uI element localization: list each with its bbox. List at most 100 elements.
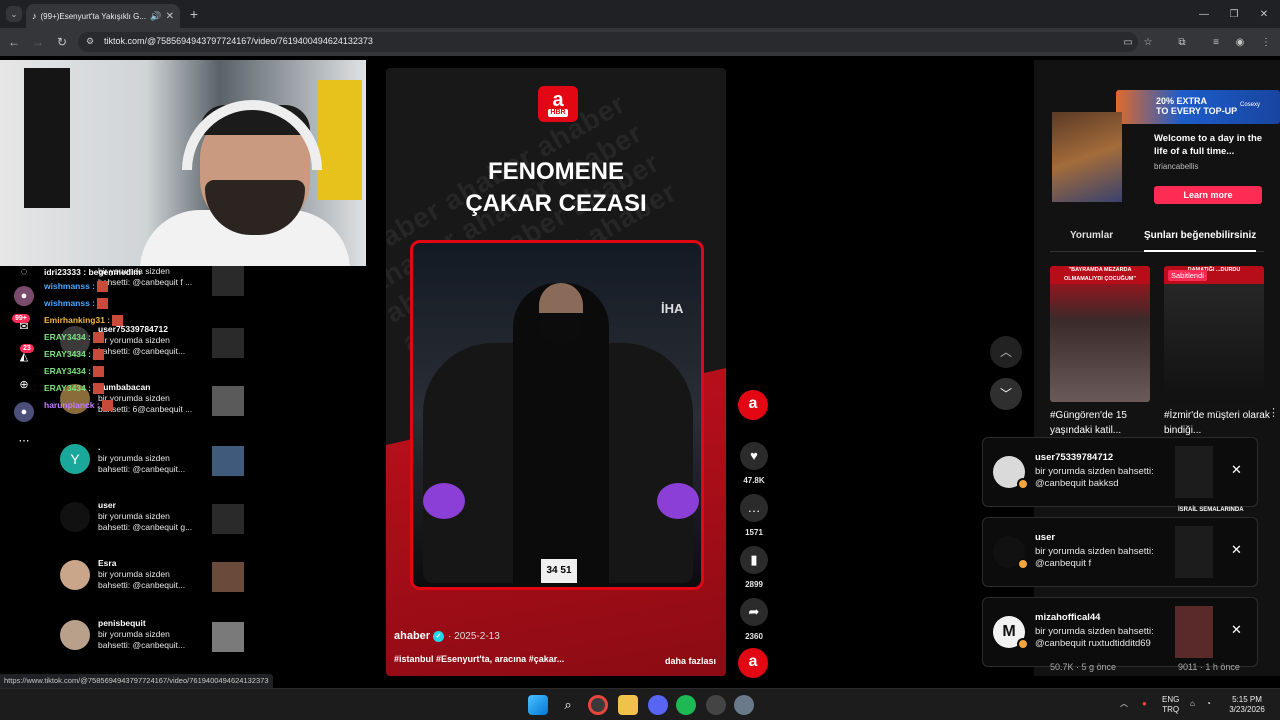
browser-tab-active[interactable]: ♪ (99+)Esenyurt'ta Yakışıklı G... 🔊 ✕	[26, 4, 180, 28]
next-video-button[interactable]: ﹀	[990, 378, 1022, 410]
folder-icon[interactable]	[618, 695, 638, 715]
settings-icon[interactable]	[734, 695, 754, 715]
avatar[interactable]	[60, 620, 90, 650]
menu-kebab-icon[interactable]: ⋮	[1258, 34, 1274, 50]
chat-user: ERAY3434 :	[44, 332, 91, 342]
tab-search-chevron-icon[interactable]: ⌄	[6, 6, 22, 22]
webcam-overlay	[0, 60, 366, 266]
list-item[interactable]: penisbequit bir yorumda sizden bahsetti: @…	[54, 618, 254, 664]
more-button[interactable]: daha fazlası	[665, 656, 716, 666]
avatar[interactable]	[60, 502, 90, 532]
like-icon[interactable]: ♥	[740, 442, 768, 470]
more-icon[interactable]: ⋯	[14, 430, 34, 450]
video-player[interactable]: ahaber ahaber ahaber ahaber ahaber ahaber…	[386, 68, 726, 676]
learn-more-button[interactable]: Learn more	[1154, 186, 1262, 204]
video-caption[interactable]: #istanbul #Esenyurt'ta, aracına #çakar..…	[394, 654, 564, 664]
list-item[interactable]: Y . bir yorumda sizden bahsetti: @canbequi…	[54, 442, 254, 488]
close-icon[interactable]: ✕	[1231, 462, 1242, 478]
forward-icon[interactable]: →	[30, 34, 46, 50]
related-video-caption[interactable]: #Güngören'de 15 yaşındaki katil...	[1050, 408, 1160, 438]
music-disc-icon[interactable]: a	[738, 648, 768, 678]
close-icon[interactable]: ✕	[1231, 542, 1242, 558]
profile-icon[interactable]: ◉	[1232, 34, 1248, 50]
notif-thumbnail[interactable]	[212, 266, 244, 296]
tab-close-icon[interactable]: ✕	[166, 11, 174, 22]
language-indicator[interactable]: ENG TRQ	[1162, 695, 1179, 715]
toast-user: mizahoffical44	[1035, 612, 1101, 623]
close-icon[interactable]: ✕	[1231, 622, 1242, 638]
profile-avatar-icon[interactable]: ●	[14, 286, 34, 306]
notif-user[interactable]: user	[98, 500, 116, 510]
video-photo: 34 51 İHA	[410, 240, 704, 590]
ad-title[interactable]: Welcome to a day in the life of a full t…	[1154, 132, 1274, 158]
related-more-icon[interactable]: ⋮	[1268, 406, 1279, 419]
ad-banner[interactable]: 20% EXTRA TO EVERY TOP-UP Cosexy	[1116, 90, 1280, 124]
ad-user[interactable]: briancabellis	[1154, 162, 1198, 171]
close-window-button[interactable]: ✕	[1256, 6, 1272, 22]
notif-thumbnail[interactable]	[212, 328, 244, 358]
notif-thumbnail[interactable]	[212, 622, 244, 652]
list-item[interactable]: user bir yorumda sizden bahsetti: @canbequ…	[54, 500, 254, 546]
search-icon[interactable]: ⌕	[558, 695, 578, 715]
notif-user[interactable]: qumbabacan	[98, 382, 150, 392]
emote-icon	[97, 298, 109, 310]
address-bar[interactable]: ⚙ tiktok.com/@7585694943797724167/video/…	[78, 32, 1138, 52]
ad-brand: Cosexy	[1240, 102, 1261, 108]
volume-icon[interactable]: ◔	[1206, 699, 1211, 709]
app-icon[interactable]	[706, 695, 726, 715]
notif-user[interactable]: Esra	[98, 558, 116, 568]
tab-comments[interactable]: Yorumlar	[1070, 230, 1113, 241]
tab-suggested[interactable]: Şunları beğenebilirsiniz	[1144, 230, 1256, 241]
notif-thumbnail[interactable]	[212, 562, 244, 592]
bookmark-star-icon[interactable]: ☆	[1140, 34, 1156, 50]
comment-count: 1571	[745, 528, 763, 537]
back-icon[interactable]: ←	[6, 34, 22, 50]
notif-thumbnail[interactable]	[212, 446, 244, 476]
minimize-button[interactable]: —	[1196, 6, 1212, 22]
reload-icon[interactable]: ↻	[54, 34, 70, 50]
notif-user[interactable]: .	[98, 442, 100, 452]
notif-thumbnail[interactable]	[212, 386, 244, 416]
avatar[interactable]	[60, 560, 90, 590]
author-avatar[interactable]: a	[738, 390, 768, 420]
related-video-title: "BAYRAMDA MEZARDA OLMAMALIYDI ÇOCUĞUM"	[1050, 266, 1150, 284]
chrome-icon[interactable]	[588, 695, 608, 715]
share-icon[interactable]: ➦	[740, 598, 768, 626]
like-count: 47.8K	[743, 476, 765, 485]
tab-title: (99+)Esenyurt'ta Yakışıklı G...	[40, 11, 147, 21]
related-video-caption[interactable]: #İzmir'de müşteri olarak bindiği...	[1164, 408, 1274, 438]
video-author[interactable]: ahaber ✓ · 2025-2-13	[394, 630, 500, 642]
notification-toast[interactable]: user75339784712 bir yorumda sizden bahse…	[982, 437, 1258, 507]
clock[interactable]: 5:15 PM 3/23/2026	[1226, 695, 1268, 715]
cast-icon[interactable]: ▭	[1120, 34, 1136, 50]
notification-toast[interactable]: user bir yorumda sizden bahsetti: @canbe…	[982, 517, 1258, 587]
avatar[interactable]: Y	[60, 444, 90, 474]
tray-chevron-icon[interactable]: ︿	[1120, 699, 1128, 709]
comment-icon[interactable]: …	[740, 494, 768, 522]
extensions-icon[interactable]: ⧉	[1174, 34, 1190, 50]
new-tab-button[interactable]: +	[186, 6, 202, 22]
ad-thumbnail[interactable]	[1052, 112, 1122, 202]
discord-icon[interactable]	[648, 695, 668, 715]
previous-video-button[interactable]: ︿	[990, 336, 1022, 368]
avatar-icon[interactable]: ●	[14, 402, 34, 422]
notif-line2: bahsetti: @canbequit...	[98, 464, 186, 474]
upload-icon[interactable]: ⊕	[14, 374, 34, 394]
list-item[interactable]: Esra bir yorumda sizden bahsetti: @canbequ…	[54, 558, 254, 604]
mic-icon[interactable]: ●	[1142, 699, 1147, 709]
notif-line1: bir yorumda sizden	[98, 511, 170, 521]
reading-list-icon[interactable]: ≡	[1208, 34, 1224, 50]
windows-start-icon[interactable]	[528, 695, 548, 715]
related-video[interactable]: DAMATIĞI ...DURDU Sabitlendi	[1164, 266, 1264, 402]
notif-thumbnail[interactable]	[212, 504, 244, 534]
spotify-icon[interactable]	[676, 695, 696, 715]
notif-user[interactable]: penisbequit	[98, 618, 146, 628]
bookmark-icon[interactable]: ▮	[740, 546, 768, 574]
network-icon[interactable]: ⌂	[1190, 699, 1195, 709]
notification-toast[interactable]: M mizahoffical44 bir yorumda sizden bahs…	[982, 597, 1258, 667]
restore-button[interactable]: ❐	[1226, 6, 1242, 22]
site-info-icon[interactable]: ⚙	[86, 36, 94, 47]
status-bar-url: https://www.tiktok.com/@7585694943797724…	[0, 674, 273, 688]
tab-audio-icon[interactable]: 🔊	[150, 11, 161, 22]
related-video[interactable]: "BAYRAMDA MEZARDA OLMAMALIYDI ÇOCUĞUM"	[1050, 266, 1150, 402]
